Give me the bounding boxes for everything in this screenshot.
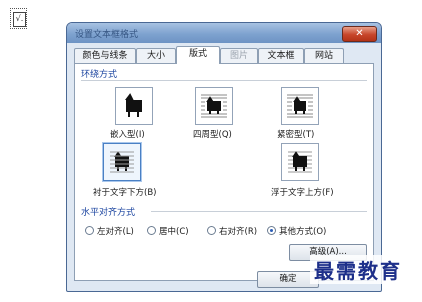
wrap-section-divider	[81, 80, 367, 81]
tab-textbox[interactable]: 文本框	[258, 48, 304, 63]
formula-icon[interactable]: √.	[10, 8, 27, 29]
align-section-title: 水平对齐方式	[81, 208, 136, 218]
dialog-title: 设置文本框格式	[75, 30, 139, 40]
align-left-radio[interactable]	[85, 226, 94, 235]
inline-wrap-icon	[125, 93, 142, 117]
align-other-label[interactable]: 其他方式(O)	[279, 225, 326, 237]
layout-panel: 环绕方式 嵌入型(I) 四周型(Q) 紧密型(T) 衬于文字下方(B) 浮于文字…	[74, 63, 374, 281]
watermark-logo: 最需教育	[310, 255, 406, 284]
format-textbox-dialog: 设置文本框格式 ✕ 颜色与线条 大小 版式 图片 文本框 网站 环绕方式 嵌入型…	[66, 22, 382, 292]
wrap-behind-text-button[interactable]	[103, 143, 141, 181]
close-icon: ✕	[355, 28, 364, 39]
in-front-of-text-icon	[288, 151, 312, 173]
wrap-tight-label: 紧密型(T)	[277, 130, 315, 140]
align-other-radio[interactable]	[267, 226, 276, 235]
wrap-inline-button[interactable]	[115, 87, 153, 125]
dialog-titlebar[interactable]: 设置文本框格式 ✕	[67, 23, 381, 43]
tab-website[interactable]: 网站	[304, 48, 344, 63]
wrap-square-button[interactable]	[195, 87, 233, 125]
align-left-label[interactable]: 左对齐(L)	[97, 225, 134, 237]
wrap-section-title: 环绕方式	[81, 70, 118, 80]
tab-size[interactable]: 大小	[136, 48, 176, 63]
behind-text-icon	[110, 151, 134, 173]
align-section-divider	[151, 211, 367, 212]
close-button[interactable]: ✕	[342, 26, 377, 42]
tab-picture: 图片	[220, 48, 258, 63]
square-wrap-icon	[201, 94, 227, 118]
tab-layout[interactable]: 版式	[176, 46, 220, 64]
wrap-behind-text-label: 衬于文字下方(B)	[93, 188, 157, 198]
tab-colors-lines[interactable]: 颜色与线条	[74, 48, 136, 63]
align-center-label[interactable]: 居中(C)	[159, 225, 189, 237]
align-right-radio[interactable]	[207, 226, 216, 235]
wrap-in-front-label: 浮于文字上方(F)	[271, 188, 334, 198]
align-right-label[interactable]: 右对齐(R)	[219, 225, 257, 237]
wrap-square-label: 四周型(Q)	[193, 130, 232, 140]
tight-wrap-icon	[287, 94, 313, 118]
align-center-radio[interactable]	[147, 226, 156, 235]
wrap-tight-button[interactable]	[281, 87, 319, 125]
formula-glyph: √.	[13, 12, 26, 27]
wrap-inline-label: 嵌入型(I)	[110, 130, 145, 140]
wrap-in-front-button[interactable]	[281, 143, 319, 181]
